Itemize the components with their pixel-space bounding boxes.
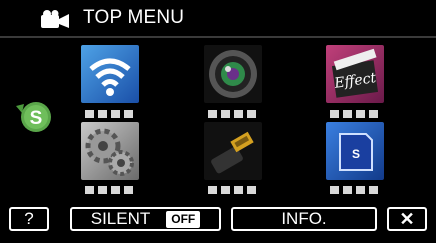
wifi-icon bbox=[89, 58, 131, 96]
tile-connection-indicator bbox=[208, 186, 256, 194]
tile-effect-indicator bbox=[330, 110, 378, 118]
silent-button-label: SILENT bbox=[90, 209, 151, 228]
lens-icon bbox=[209, 50, 257, 98]
back-button-label: S bbox=[30, 108, 43, 129]
back-button[interactable]: S bbox=[14, 96, 54, 134]
effect-clapboard-icon: Effect bbox=[331, 48, 379, 98]
page-title: TOP MENU bbox=[83, 7, 185, 28]
top-bar: TOP MENU bbox=[0, 0, 436, 36]
tile-camera-lens[interactable] bbox=[204, 45, 262, 103]
gears-icon bbox=[85, 128, 134, 176]
tile-camera-lens-indicator bbox=[208, 110, 256, 118]
tile-settings[interactable] bbox=[81, 122, 139, 180]
hdmi-plug-icon bbox=[211, 131, 254, 174]
help-button[interactable]: ? bbox=[9, 207, 49, 231]
video-camera-icon bbox=[41, 10, 69, 28]
tile-wireless-indicator bbox=[85, 110, 133, 118]
tile-media[interactable]: S bbox=[326, 122, 384, 180]
tile-effect[interactable]: Effect bbox=[326, 45, 384, 103]
silent-button[interactable]: SILENT OFF bbox=[70, 207, 221, 231]
divider bbox=[0, 36, 436, 38]
info-button-label: INFO. bbox=[281, 209, 327, 228]
close-button[interactable]: ✕ bbox=[387, 207, 427, 231]
tile-media-indicator bbox=[330, 186, 378, 194]
tile-wireless[interactable] bbox=[81, 45, 139, 103]
help-button-label: ? bbox=[24, 209, 34, 228]
close-icon: ✕ bbox=[399, 208, 415, 229]
sd-card-label: S bbox=[352, 147, 360, 161]
tile-connection[interactable] bbox=[204, 122, 262, 180]
tile-settings-indicator bbox=[85, 186, 133, 194]
silent-state-badge: OFF bbox=[166, 210, 201, 228]
sd-card-icon: S bbox=[339, 133, 373, 171]
info-button[interactable]: INFO. bbox=[231, 207, 377, 231]
